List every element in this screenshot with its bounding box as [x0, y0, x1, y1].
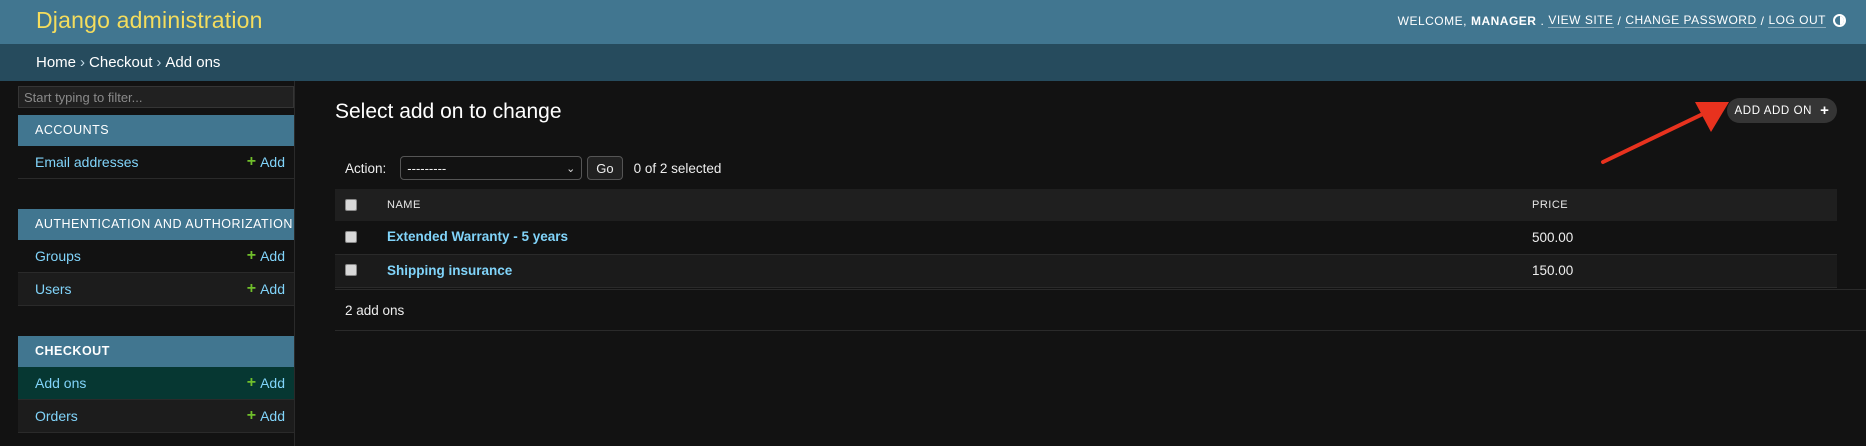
column-header-name[interactable]: NAME	[387, 189, 1532, 221]
plus-icon: +	[246, 374, 257, 391]
add-user-link[interactable]: + Add	[246, 280, 285, 298]
table-header-row: NAME PRICE	[335, 189, 1837, 221]
row-price: 500.00	[1532, 229, 1574, 245]
row-name-link[interactable]: Extended Warranty - 5 years	[387, 229, 568, 244]
sidebar-item-users: Users + Add	[18, 273, 294, 306]
site-branding[interactable]: Django administration	[36, 7, 263, 34]
breadcrumb-checkout[interactable]: Checkout	[89, 54, 152, 71]
result-table: NAME PRICE Extended Warranty - 5 years 5…	[335, 189, 1837, 288]
actions-bar: Action: --------- ⌄ Go 0 of 2 selected	[345, 156, 721, 180]
row-checkbox-cell	[335, 254, 387, 287]
select-all-checkbox[interactable]	[345, 199, 357, 212]
action-label: Action:	[345, 160, 387, 176]
theme-toggle-icon[interactable]	[1833, 14, 1846, 27]
add-label: Add	[260, 281, 285, 297]
plus-icon: +	[246, 247, 257, 264]
add-order-link[interactable]: + Add	[246, 407, 285, 425]
table-row: Shipping insurance 150.00	[335, 254, 1837, 287]
table-row: Extended Warranty - 5 years 500.00	[335, 221, 1837, 254]
add-label: Add	[260, 375, 285, 391]
module-caption-checkout[interactable]: CHECKOUT	[18, 336, 294, 367]
add-button-label: ADD ADD ON	[1734, 104, 1813, 117]
sidebar-item-add-ons: Add ons + Add	[18, 367, 294, 400]
breadcrumb-separator: ›	[156, 54, 162, 71]
plus-icon: +	[1820, 101, 1830, 119]
add-add-on-button[interactable]: ADD ADD ON +	[1727, 98, 1837, 123]
nav-filter-input[interactable]	[18, 86, 294, 108]
sidebar-item-email-addresses: Email addresses + Add	[18, 146, 294, 179]
breadcrumb-home[interactable]: Home	[36, 54, 76, 71]
plus-icon: +	[246, 153, 257, 170]
add-add-on-link[interactable]: + Add	[246, 374, 285, 392]
nav-sidebar: ACCOUNTS Email addresses +Add AUTHENTICA…	[18, 86, 294, 433]
view-site-link[interactable]: VIEW SITE	[1548, 13, 1614, 28]
action-select[interactable]: --------- ⌄	[400, 156, 583, 180]
breadcrumb-separator: ›	[80, 54, 86, 71]
column-header-price[interactable]: PRICE	[1532, 189, 1837, 221]
row-checkbox-cell	[335, 221, 387, 254]
sidebar-item-orders: Orders + Add	[18, 400, 294, 433]
add-label: Add	[260, 154, 285, 170]
add-label: Add	[260, 248, 285, 264]
header: Django administration WELCOME, MANAGER .…	[0, 0, 1866, 44]
module-checkout: CHECKOUT Add ons + Add Orders + Add	[18, 336, 294, 433]
selection-counter: 0 of 2 selected	[633, 160, 722, 176]
add-email-address-link[interactable]: + Add	[246, 153, 285, 171]
welcome-text: WELCOME,	[1397, 13, 1467, 28]
separator: /	[1617, 13, 1622, 28]
paginator: 2 add ons	[335, 289, 1866, 331]
row-name-link[interactable]: Shipping insurance	[387, 263, 512, 278]
select-all-cell	[335, 189, 387, 221]
breadcrumb-current: Add ons	[165, 54, 221, 71]
chevron-down-icon: ⌄	[566, 162, 576, 175]
sidebar-item-label[interactable]: Orders	[35, 408, 78, 424]
sidebar-divider	[294, 81, 295, 446]
module-caption-auth[interactable]: AUTHENTICATION AND AUTHORIZATION	[18, 209, 294, 240]
username: MANAGER	[1470, 13, 1537, 28]
add-group-link[interactable]: + Add	[246, 247, 285, 265]
row-checkbox[interactable]	[345, 231, 357, 244]
sidebar-item-label[interactable]: Email addresses	[35, 154, 139, 170]
plus-icon: +	[246, 407, 257, 424]
add-label: Add	[260, 408, 285, 424]
row-price: 150.00	[1532, 263, 1574, 278]
page-title: Select add on to change	[335, 100, 562, 123]
breadcrumb: Home › Checkout › Add ons	[0, 44, 1866, 81]
row-checkbox[interactable]	[345, 264, 357, 277]
sidebar-item-label[interactable]: Users	[35, 281, 72, 297]
sidebar-item-label[interactable]: Groups	[35, 248, 81, 264]
module-caption-accounts[interactable]: ACCOUNTS	[18, 115, 294, 146]
user-tools: WELCOME, MANAGER . VIEW SITE / CHANGE PA…	[1397, 13, 1826, 28]
log-out-link[interactable]: LOG OUT	[1768, 13, 1826, 28]
module-auth: AUTHENTICATION AND AUTHORIZATION Groups …	[18, 209, 294, 306]
module-accounts: ACCOUNTS Email addresses + Add	[18, 115, 294, 179]
sidebar-item-groups: Groups + Add	[18, 240, 294, 273]
action-select-value: ---------	[407, 160, 447, 176]
plus-icon: +	[246, 280, 257, 297]
go-button[interactable]: Go	[587, 156, 623, 180]
annotation-arrow-icon	[1601, 102, 1729, 164]
change-password-link[interactable]: CHANGE PASSWORD	[1625, 13, 1757, 28]
separator: /	[1760, 13, 1765, 28]
sidebar-item-label[interactable]: Add ons	[35, 375, 86, 391]
